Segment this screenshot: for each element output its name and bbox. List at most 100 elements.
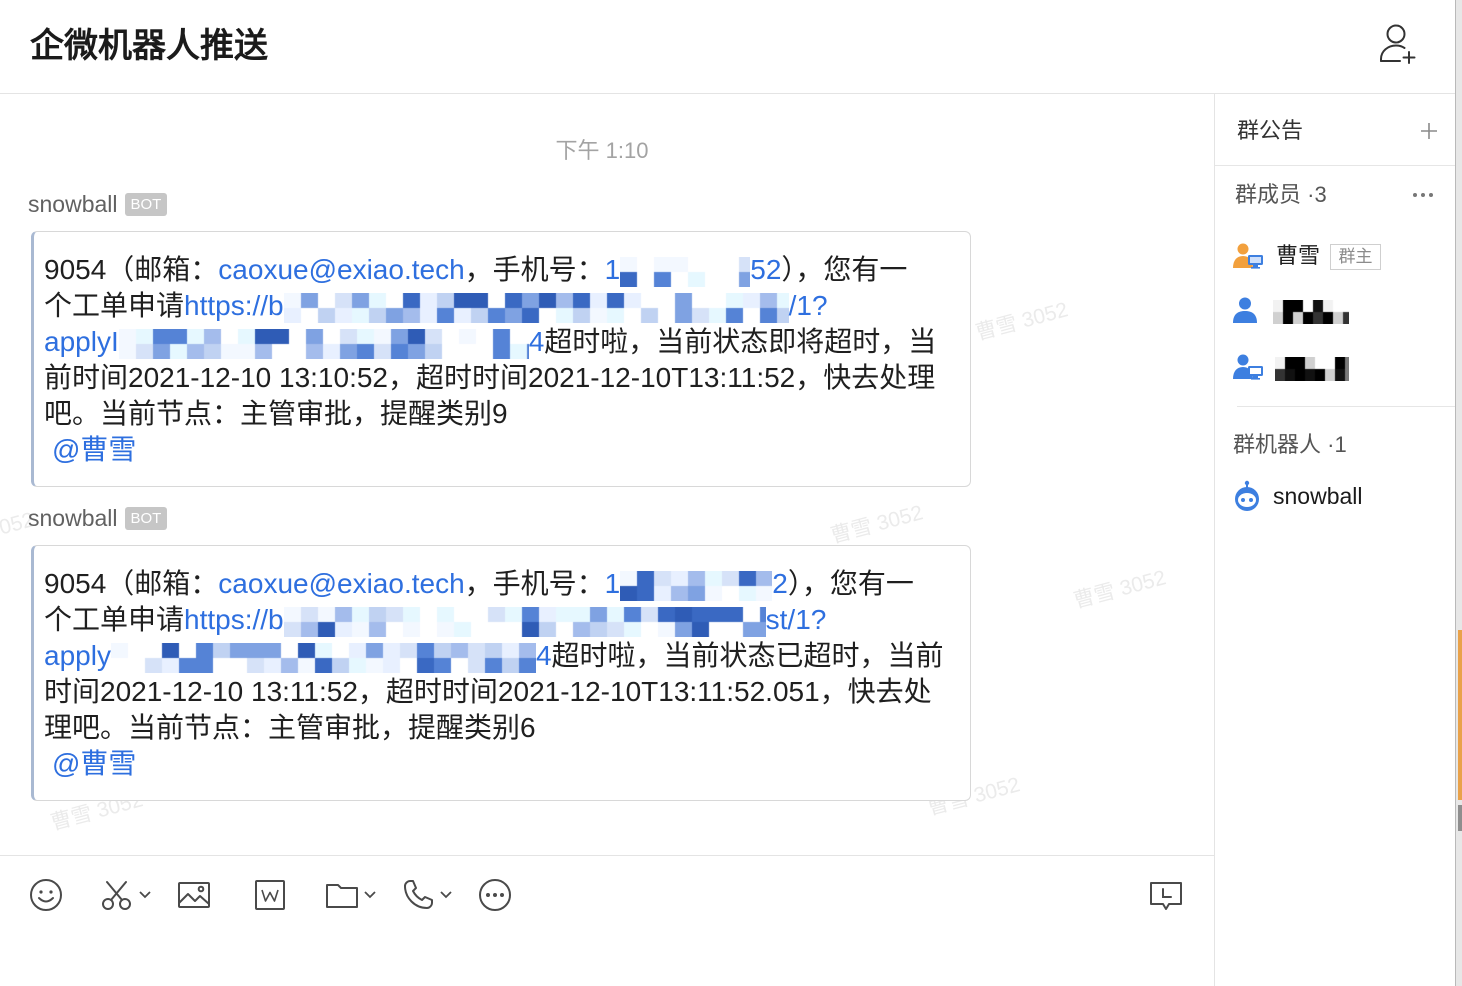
- add-person-icon[interactable]: [1378, 22, 1420, 64]
- message-text: 超时啦，当前状态已超时，当前: [551, 640, 944, 671]
- message-text: 9054（邮箱：: [44, 568, 219, 599]
- bot-item[interactable]: snowball: [1215, 478, 1456, 514]
- message-text: ），您有一: [781, 254, 908, 285]
- sender-name: snowball: [28, 191, 118, 217]
- member-item[interactable]: [1215, 290, 1456, 330]
- message-link[interactable]: caoxue@exiao.tech: [218, 254, 464, 285]
- group-info-panel: 群公告 群成员 ·3 曹雪 群主 群机器人 ·1 snowball: [1214, 94, 1456, 986]
- bot-name: snowball: [1273, 483, 1363, 509]
- emoji-icon: [30, 879, 62, 911]
- mention-link[interactable]: @曹雪: [52, 748, 136, 779]
- scissors-icon: [102, 881, 131, 910]
- redacted-content: [283, 606, 766, 637]
- emoji-button[interactable]: [29, 878, 63, 912]
- image-icon: [178, 882, 210, 908]
- announcement-label[interactable]: 群公告: [1237, 118, 1303, 144]
- message-text: 9054（邮箱：: [44, 254, 219, 285]
- message-text: ），您有一: [787, 568, 914, 599]
- sender-name: snowball: [28, 505, 118, 531]
- message-line: @曹雪: [44, 746, 958, 782]
- message-link[interactable]: 1: [605, 568, 621, 599]
- message-text: 个工单申请: [44, 290, 185, 321]
- screenshot-button[interactable]: [100, 878, 151, 912]
- message-timestamp: 下午 1:10: [555, 138, 649, 163]
- sender-row: snowball BOT: [28, 505, 978, 531]
- message-link[interactable]: https://b: [184, 604, 284, 635]
- redacted-content: [620, 570, 773, 601]
- redacted-member-name: [1275, 357, 1349, 381]
- message-link[interactable]: 52: [750, 254, 781, 285]
- message-line: apply 4超时啦，当前状态已超时，当前: [44, 638, 958, 674]
- redacted-content: [620, 256, 751, 287]
- message-line: 9054（邮箱：caoxue@exiao.tech，手机号：1 52），您有一: [44, 252, 958, 288]
- person-computer-icon: [1233, 354, 1263, 380]
- message-link[interactable]: st/1?: [766, 604, 827, 635]
- bot-badge: BOT: [124, 192, 168, 216]
- mention-link[interactable]: @曹雪: [52, 434, 136, 465]
- message-area: 下午 1:10 曹雪 3052 曹雪 3052 曹雪 3052 曹雪 3052 …: [0, 94, 1214, 855]
- bots-label[interactable]: 群机器人 ·1: [1233, 432, 1347, 458]
- message-link[interactable]: 4: [536, 640, 552, 671]
- chevron-down-icon[interactable]: [139, 891, 151, 899]
- divider: [1215, 165, 1456, 166]
- message-bubble: 9054（邮箱：caoxue@exiao.tech，手机号：1 52），您有一 个工…: [31, 231, 971, 487]
- message-link[interactable]: https://b: [184, 290, 284, 321]
- message-link[interactable]: apply: [44, 640, 111, 671]
- file-button[interactable]: [325, 878, 376, 912]
- document-button[interactable]: [253, 878, 287, 912]
- message-link[interactable]: /1?: [789, 290, 828, 321]
- message-link[interactable]: applyI: [44, 326, 119, 357]
- message-line: 个工单申请https://b/1?: [44, 288, 958, 324]
- members-label[interactable]: 群成员 ·3: [1235, 182, 1327, 208]
- chevron-down-icon[interactable]: [440, 891, 452, 899]
- message-line: 9054（邮箱：caoxue@exiao.tech，手机号：1 2），您有一: [44, 566, 958, 602]
- phone-icon: [404, 880, 433, 909]
- member-item[interactable]: 曹雪 群主: [1215, 236, 1456, 276]
- more-dots-icon[interactable]: [1412, 192, 1434, 198]
- sender-row: snowball BOT: [28, 191, 978, 217]
- message-text: 超时啦，当前状态即将超时，当: [544, 326, 937, 357]
- member-name: 曹雪: [1276, 243, 1321, 268]
- message-link[interactable]: 1: [605, 254, 621, 285]
- message-link[interactable]: 2: [772, 568, 788, 599]
- adjacent-window-shadow: [1458, 805, 1462, 831]
- message-text: ，手机号：: [464, 254, 605, 285]
- person-computer-icon: [1233, 243, 1263, 269]
- message-link[interactable]: 4: [529, 326, 545, 357]
- more-icon: [479, 879, 511, 911]
- message-line: 时间2021-12-10 13:11:52，超时时间2021-12-10T13:…: [44, 674, 958, 710]
- redacted-content: [110, 642, 536, 673]
- watermark: 曹雪 3052: [1071, 566, 1169, 613]
- chevron-down-icon[interactable]: [364, 891, 376, 899]
- message-line: applyI 4超时啦，当前状态即将超时，当: [44, 324, 958, 360]
- message-text: 理吧。当前节点：主管审批，提醒类别6: [44, 712, 536, 743]
- message-text: 吧。当前节点：主管审批，提醒类别9: [44, 398, 508, 429]
- adjacent-window-edge: [1455, 0, 1462, 986]
- more-button[interactable]: [478, 878, 512, 912]
- divider: [1237, 406, 1456, 407]
- message-bubble: 9054（邮箱：caoxue@exiao.tech，手机号：1 2），您有一 个工单…: [31, 545, 971, 801]
- redacted-content: [118, 328, 529, 359]
- person-icon: [1233, 297, 1257, 323]
- message-line: 前时间2021-12-10 13:10:52，超时时间2021-12-10T13…: [44, 360, 958, 396]
- plus-icon[interactable]: [1420, 122, 1438, 140]
- message-text: 前时间2021-12-10 13:10:52，超时时间2021-12-10T13…: [44, 362, 936, 393]
- call-button[interactable]: [401, 878, 452, 912]
- redacted-member-name: [1273, 300, 1349, 324]
- message-list: snowball BOT 9054（邮箱：caoxue@exiao.tech，手机号…: [28, 191, 978, 819]
- message-link[interactable]: caoxue@exiao.tech: [218, 568, 464, 599]
- adjacent-window-accent: [1458, 630, 1462, 800]
- message: snowball BOT 9054（邮箱：caoxue@exiao.tech，手机号…: [28, 505, 978, 801]
- message: snowball BOT 9054（邮箱：caoxue@exiao.tech，手机号…: [28, 191, 978, 487]
- chat-header: 企微机器人推送: [0, 0, 1455, 94]
- owner-badge: 群主: [1330, 244, 1381, 270]
- input-toolbar: [0, 855, 1214, 986]
- bot-badge: BOT: [124, 506, 168, 530]
- chat-history-icon: [1150, 882, 1182, 910]
- chat-title: 企微机器人推送: [30, 27, 268, 65]
- message-line: 理吧。当前节点：主管审批，提醒类别6: [44, 710, 958, 746]
- chat-history-button[interactable]: [1149, 880, 1183, 914]
- watermark: 曹雪 3052: [973, 298, 1071, 345]
- member-item[interactable]: [1215, 347, 1456, 387]
- image-button[interactable]: [177, 878, 211, 912]
